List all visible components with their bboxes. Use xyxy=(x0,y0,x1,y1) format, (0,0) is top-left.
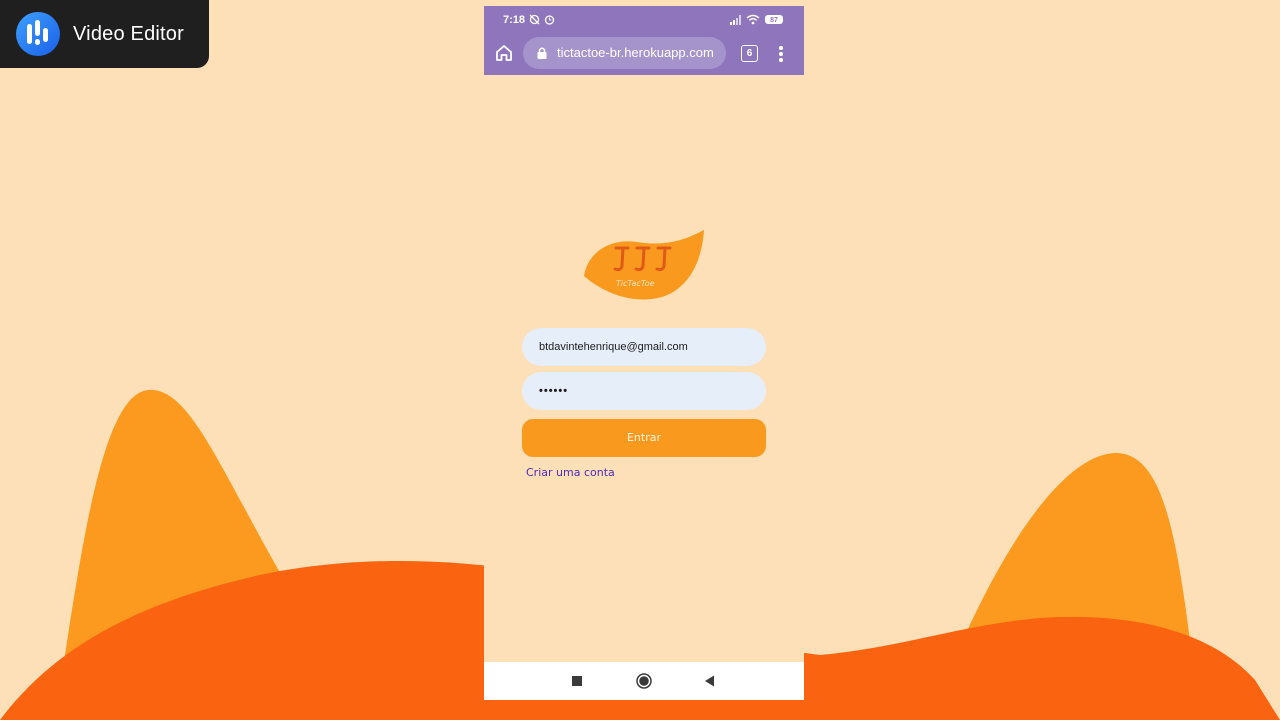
home-icon[interactable] xyxy=(494,43,514,63)
url-text: tictactoe-br.herokuapp.com xyxy=(557,45,714,60)
alarm-icon xyxy=(544,15,555,25)
status-bar: 7:18 87 xyxy=(484,6,804,34)
video-editor-badge: Video Editor xyxy=(0,0,209,68)
password-field[interactable]: •••••• xyxy=(522,372,766,410)
email-field[interactable]: btdavintehenrique@gmail.com xyxy=(522,328,766,366)
battery-icon: 87 xyxy=(765,15,783,24)
svg-text:TicTacToe: TicTacToe xyxy=(616,279,655,288)
back-icon[interactable] xyxy=(700,671,720,691)
screen: Video Editor 7:18 87 tictactoe-br.heroku… xyxy=(0,0,1280,720)
more-vert-icon[interactable] xyxy=(774,44,788,64)
url-bar[interactable]: tictactoe-br.herokuapp.com xyxy=(523,37,726,69)
tictactoe-logo: TicTacToe xyxy=(584,230,704,300)
android-nav-bar xyxy=(484,662,804,700)
tabs-icon[interactable]: 6 xyxy=(741,45,758,62)
video-editor-label: Video Editor xyxy=(73,22,184,45)
browser-toolbar: tictactoe-br.herokuapp.com 6 xyxy=(484,34,804,75)
signal-icon xyxy=(730,15,741,25)
recent-apps-icon[interactable] xyxy=(567,671,587,691)
phone-screen: 7:18 87 tictactoe-br.herokuapp.com 6 Tic… xyxy=(484,6,804,700)
status-time: 7:18 xyxy=(503,14,526,26)
wifi-icon xyxy=(746,14,760,25)
home-circle-icon[interactable] xyxy=(634,671,654,691)
login-button[interactable]: Entrar xyxy=(522,419,766,457)
video-editor-logo-icon xyxy=(16,12,60,56)
sync-off-icon xyxy=(529,14,540,25)
create-account-link[interactable]: Criar uma conta xyxy=(526,466,615,479)
lock-icon xyxy=(537,47,547,59)
